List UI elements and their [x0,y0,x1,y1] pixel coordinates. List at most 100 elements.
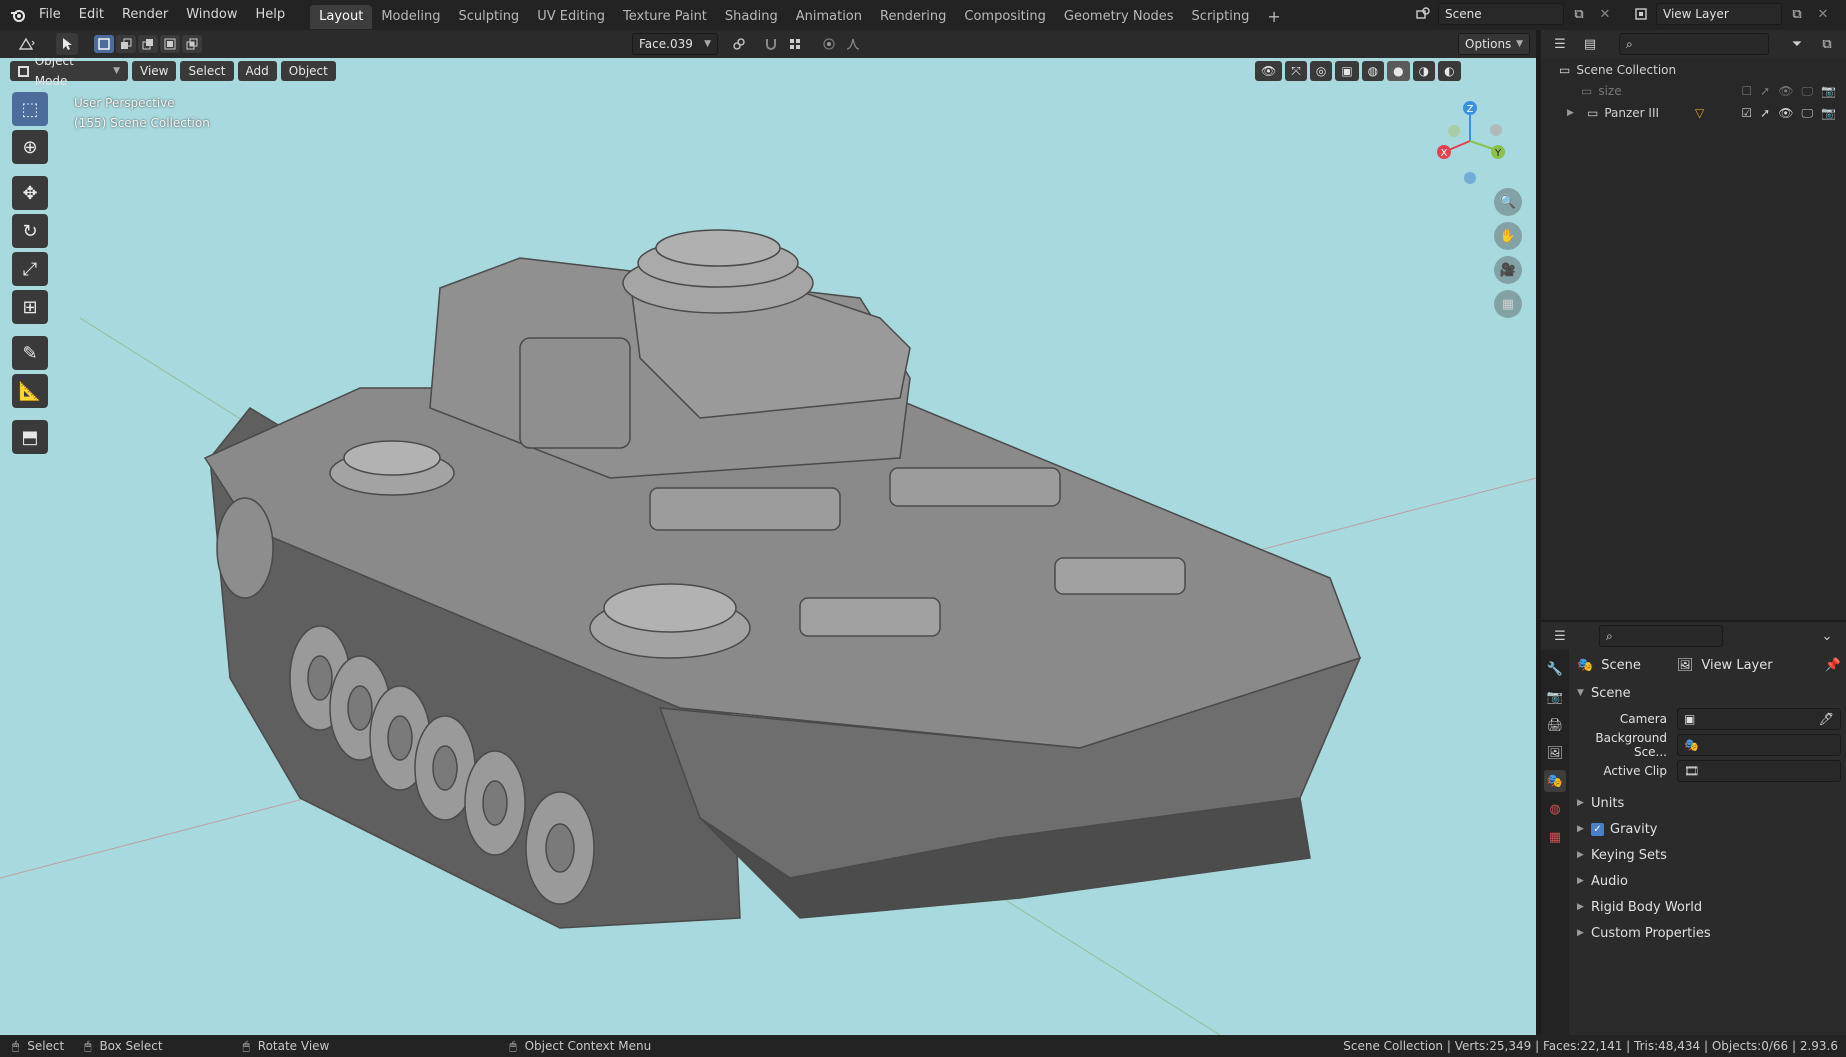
annotate-tool-icon[interactable]: ✎ [12,336,48,370]
outliner-item-panzer[interactable]: ▶ ▭ Panzer III ▽ ☑ ➚ 👁 🖵 📷 [1541,102,1846,124]
outliner-editor-icon[interactable]: ☰ [1549,33,1571,55]
scene-panel-header[interactable]: ▼ Scene [1577,680,1841,706]
new-view-layer-icon[interactable]: ⧉ [1786,3,1808,25]
selectable-icon[interactable]: ➚ [1760,106,1770,121]
camera-field[interactable]: ▣ 🖊 [1677,708,1841,730]
menu-render[interactable]: Render [113,0,177,30]
exclude-checkbox-icon[interactable]: ☐ [1741,84,1752,99]
select-new-icon[interactable] [94,35,114,53]
3d-viewport[interactable]: Object Mode ▼ View Select Add Object 👁 ⤧… [0,58,1536,1035]
scene-tab-icon[interactable]: 🎭 [1544,770,1566,792]
render-camera-icon[interactable]: 📷 [1821,84,1836,99]
tool-settings-tab-icon[interactable]: 🔧 [1544,658,1566,680]
cursor-tool-icon[interactable]: ⊕ [12,130,48,164]
scene-icon[interactable] [1412,3,1434,25]
properties-editor-icon[interactable]: ☰ [1549,625,1571,647]
outliner-item-size[interactable]: ▭ size ☐ ➚ 👁 🖵 📷 [1541,80,1846,102]
eye-icon[interactable]: 👁 [1778,106,1793,121]
visibility-icon[interactable]: 👁 [1255,61,1283,81]
gizmo-toggle-icon[interactable]: ⤧ [1285,61,1307,81]
select-intersect-icon[interactable] [182,35,202,53]
rendered-shading-icon[interactable]: ◐ [1438,61,1461,81]
outliner-root[interactable]: ▭ Scene Collection [1541,58,1846,80]
menu-view[interactable]: View [132,61,177,81]
chevron-down-icon[interactable]: ⌄ [1816,625,1838,647]
menu-edit[interactable]: Edit [70,0,113,30]
tab-geometry-nodes[interactable]: Geometry Nodes [1055,5,1183,29]
navigation-gizmo[interactable]: Z X Y [1430,96,1510,186]
ortho-grid-icon[interactable]: ▦ [1494,290,1522,318]
menu-window[interactable]: Window [177,0,246,30]
section-custom-properties[interactable]: ▶ Custom Properties [1577,920,1841,946]
add-cube-tool-icon[interactable]: ⬒ [12,420,48,454]
tab-sculpting[interactable]: Sculpting [449,5,528,29]
section-keying-sets[interactable]: ▶ Keying Sets [1577,842,1841,868]
output-tab-icon[interactable]: 🖨 [1544,714,1566,736]
active-element-dropdown[interactable]: Face.039 ▼ [632,33,718,55]
scene-name-field[interactable]: Scene [1438,3,1564,25]
menu-object[interactable]: Object [280,61,336,81]
world-tab-icon[interactable]: ◍ [1544,798,1566,820]
delete-view-layer-icon[interactable]: ✕ [1812,3,1834,25]
select-subtract-icon[interactable] [138,35,158,53]
menu-add[interactable]: Add [237,61,277,81]
blender-logo-icon[interactable] [6,4,30,26]
pan-hand-icon[interactable]: ✋ [1494,222,1522,250]
gravity-checkbox[interactable]: ✓ [1591,822,1604,836]
xray-toggle-icon[interactable]: ▣ [1335,61,1359,81]
display-mode-icon[interactable]: ▤ [1579,33,1601,55]
tab-uv-editing[interactable]: UV Editing [528,5,614,29]
material-shading-icon[interactable]: ◑ [1412,61,1436,81]
eye-icon[interactable]: 👁 [1778,84,1793,99]
active-clip-field[interactable]: 🎞 [1677,760,1841,782]
texture-tab-icon[interactable]: ▦ [1544,826,1566,848]
view-layer-name-field[interactable]: View Layer [1656,3,1782,25]
pin-icon[interactable]: 📌 [1825,658,1841,673]
section-audio[interactable]: ▶ Audio [1577,868,1841,894]
tab-modeling[interactable]: Modeling [372,5,449,29]
monitor-icon[interactable]: 🖵 [1801,106,1813,121]
select-box-tool-icon[interactable]: ⬚ [12,92,48,126]
background-scene-field[interactable]: 🎭 [1677,734,1841,756]
transform-tool-icon[interactable]: ⊞ [12,290,48,324]
solid-shading-icon[interactable]: ● [1387,61,1410,81]
eyedropper-icon[interactable]: 🖊 [1819,712,1834,726]
properties-search-input[interactable]: ⌕ [1599,625,1723,647]
view-layer-tab-icon[interactable]: 🖼 [1544,742,1566,764]
select-tool-icon[interactable] [56,33,78,55]
overlay-toggle-icon[interactable]: ◎ [1309,61,1333,81]
select-extend-icon[interactable] [116,35,136,53]
selectable-icon[interactable]: ➚ [1760,84,1770,99]
new-scene-icon[interactable]: ⧉ [1568,3,1590,25]
tab-animation[interactable]: Animation [787,5,871,29]
tab-shading[interactable]: Shading [716,5,787,29]
monitor-icon[interactable]: 🖵 [1801,84,1813,99]
measure-tool-icon[interactable]: 📐 [12,374,48,408]
tab-texture-paint[interactable]: Texture Paint [614,5,716,29]
zoom-icon[interactable]: 🔍 [1494,188,1522,216]
new-collection-icon[interactable]: ⧉ [1816,33,1838,55]
falloff-icon[interactable] [842,33,864,55]
wireframe-shading-icon[interactable]: ◍ [1361,61,1385,81]
filter-icon[interactable]: ⏷ [1786,33,1808,55]
section-units[interactable]: ▶ Units [1577,790,1841,816]
scale-tool-icon[interactable]: ⤢ [12,252,48,286]
select-invert-icon[interactable] [160,35,180,53]
section-rigid-body-world[interactable]: ▶ Rigid Body World [1577,894,1841,920]
snap-icon[interactable] [760,33,782,55]
editor-type-icon[interactable] [12,33,42,55]
proportional-edit-icon[interactable] [818,33,840,55]
tab-compositing[interactable]: Compositing [955,5,1055,29]
section-gravity[interactable]: ▶ ✓ Gravity [1577,816,1841,842]
snap-grid-icon[interactable] [784,33,806,55]
menu-select[interactable]: Select [180,61,234,81]
mode-dropdown[interactable]: Object Mode ▼ [10,58,128,88]
outliner-search-input[interactable]: ⌕ [1619,33,1769,55]
camera-view-icon[interactable]: 🎥 [1494,256,1522,284]
tab-layout[interactable]: Layout [310,4,373,29]
transform-pivot-icon[interactable] [728,33,750,55]
view-layer-icon[interactable] [1630,3,1652,25]
render-camera-icon[interactable]: 📷 [1821,106,1836,121]
tab-scripting[interactable]: Scripting [1183,5,1259,29]
rotate-tool-icon[interactable]: ↻ [12,214,48,248]
